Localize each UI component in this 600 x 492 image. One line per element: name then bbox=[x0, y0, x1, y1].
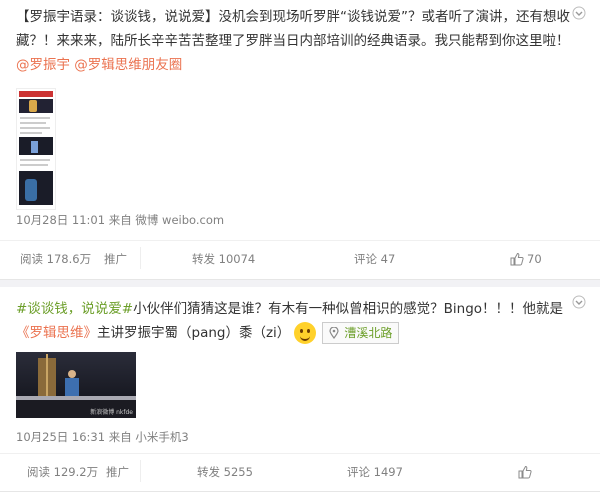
post-2-meta: 10月25日 16:31 来自 小米手机3 bbox=[16, 430, 189, 444]
location-pin-icon bbox=[329, 327, 339, 339]
post-1-image[interactable] bbox=[16, 88, 56, 210]
post-1-body: 【罗振宇语录：谈谈钱，说说爱】没机会到现场听罗胖“谈钱说爱”？或者听了演讲，还有… bbox=[16, 9, 570, 49]
mention-luoji-friends[interactable]: @罗辑思维朋友圈 bbox=[74, 57, 182, 73]
weibo-post-2: #谈谈钱，说说爱#小伙伴们猜猜这是谁？有木有一种似曾相识的感觉？Bingo！！！… bbox=[0, 287, 600, 492]
mention-luozhenyu[interactable]: @罗振宇 bbox=[16, 57, 70, 73]
post-2-actions: 阅读 129.2万 推广 转发 5255 评论 1497 bbox=[0, 453, 600, 490]
chevron-down-icon[interactable] bbox=[572, 6, 586, 20]
post-2-promote-button[interactable]: 推广 bbox=[106, 464, 129, 480]
location-tag[interactable]: 漕溪北路 bbox=[322, 322, 400, 344]
post-1-comment-button[interactable]: 评论 47 bbox=[354, 251, 395, 267]
topic-link[interactable]: #谈谈钱，说说爱# bbox=[16, 301, 133, 317]
post-1-like-count: 70 bbox=[527, 252, 542, 266]
post-1-time[interactable]: 10月28日 11:01 bbox=[16, 213, 105, 227]
post-1-repost-button[interactable]: 转发 10074 bbox=[192, 251, 255, 267]
chevron-down-icon[interactable] bbox=[572, 295, 586, 309]
post-1-actions: 阅读 178.6万 推广 转发 10074 评论 47 70 bbox=[0, 240, 600, 277]
image-watermark: 新浪微博 nkfde bbox=[90, 409, 133, 416]
post-2-reads: 阅读 129.2万 bbox=[27, 465, 99, 479]
post-1-meta: 10月28日 11:01 来自 微博 weibo.com bbox=[16, 213, 225, 227]
smile-emoji-icon bbox=[294, 322, 317, 344]
location-label: 漕溪北路 bbox=[344, 326, 393, 340]
post-2-image[interactable]: 新浪微博 nkfde bbox=[16, 352, 136, 418]
thumbs-up-icon bbox=[510, 252, 524, 266]
post-1-source[interactable]: 微博 weibo.com bbox=[135, 213, 224, 227]
divider bbox=[140, 460, 141, 482]
post-1-text: 【罗振宇语录：谈谈钱，说说爱】没机会到现场听罗胖“谈钱说爱”？或者听了演讲，还有… bbox=[16, 5, 576, 77]
post-2-source[interactable]: 小米手机3 bbox=[135, 430, 188, 444]
post-1-like-button[interactable]: 70 bbox=[510, 252, 542, 266]
weibo-post-1: 【罗振宇语录：谈谈钱，说说爱】没机会到现场听罗胖“谈钱说爱”？或者听了演讲，还有… bbox=[0, 0, 600, 280]
post-2-like-button[interactable] bbox=[518, 465, 532, 479]
book-title-link[interactable]: 《罗辑思维》 bbox=[16, 325, 97, 341]
post-2-repost-button[interactable]: 转发 5255 bbox=[197, 464, 253, 480]
divider bbox=[140, 247, 141, 269]
thumbs-up-icon bbox=[518, 465, 532, 479]
post-1-promote-button[interactable]: 推广 bbox=[104, 251, 127, 267]
post-2-text: #谈谈钱，说说爱#小伙伴们猜猜这是谁？有木有一种似曾相识的感觉？Bingo！！！… bbox=[16, 297, 576, 345]
post-1-reads: 阅读 178.6万 bbox=[20, 252, 92, 266]
post-2-time[interactable]: 10月25日 16:31 bbox=[16, 430, 105, 444]
post-2-comment-button[interactable]: 评论 1497 bbox=[347, 464, 403, 480]
